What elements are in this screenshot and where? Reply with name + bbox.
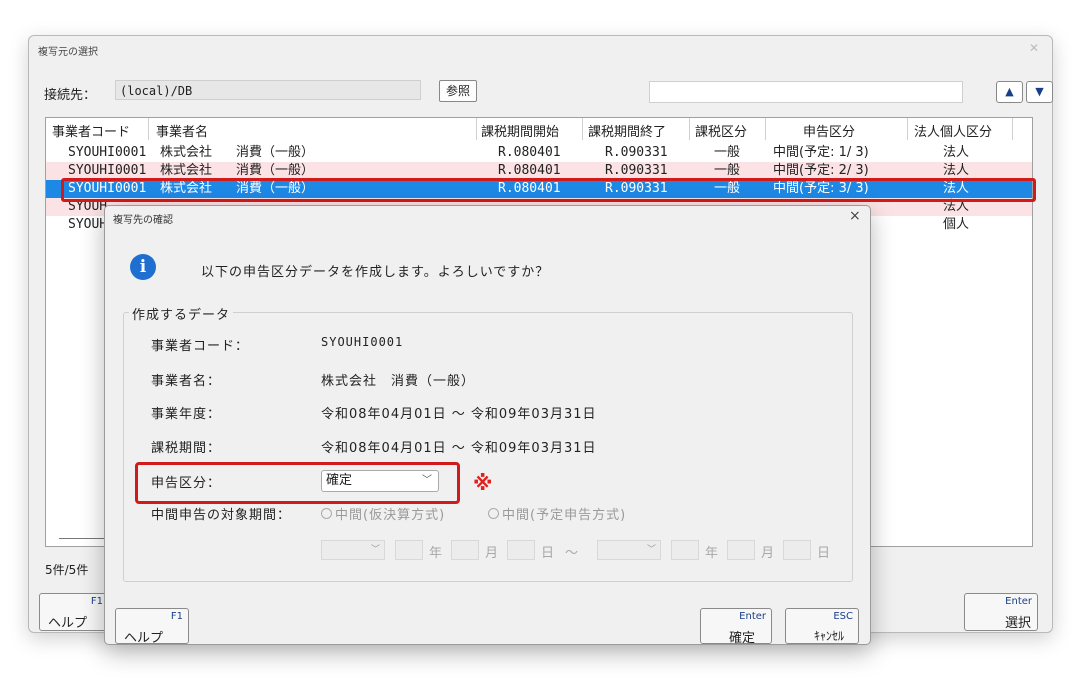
tax-period-label: 課税期間： bbox=[151, 441, 222, 456]
window-title: 複写元の選択 bbox=[38, 47, 98, 58]
confirm-dialog: 複写先の確認 × i 以下の申告区分データを作成します。よろしいですか？ 作成す… bbox=[104, 205, 871, 646]
browse-button[interactable]: 参照 bbox=[439, 80, 477, 102]
dialog-title: 複写先の確認 bbox=[113, 215, 173, 226]
era-select-start[interactable]: ﹀ bbox=[321, 540, 385, 560]
code-label: 事業者コード： bbox=[151, 339, 250, 354]
col-kubun: 申告区分 bbox=[803, 125, 856, 140]
search-input[interactable] bbox=[649, 81, 963, 103]
help-button[interactable]: F1 ヘルプ bbox=[39, 593, 109, 631]
close-icon[interactable]: × bbox=[849, 208, 861, 224]
table-row[interactable]: SYOUHI0001 株式会社 消費（一般） R.080401 R.090331… bbox=[46, 144, 1032, 162]
selected-row-highlight bbox=[61, 178, 1036, 202]
year-input-start[interactable] bbox=[395, 540, 423, 560]
close-icon[interactable]: ✕ bbox=[1029, 41, 1039, 55]
col-type: 法人個人区分 bbox=[914, 125, 993, 140]
radio-interim-forecast[interactable]: 中間(予定申告方式) bbox=[488, 504, 626, 523]
col-end: 課税期間終了 bbox=[588, 125, 667, 140]
radio-interim-provisional[interactable]: 中間(仮決算方式) bbox=[321, 504, 445, 523]
col-name: 事業者名 bbox=[156, 125, 209, 140]
fiscal-year-value: 令和08年04月01日 ～ 令和09年03月31日 bbox=[321, 407, 597, 422]
confirm-button[interactable]: Enter 確定 bbox=[700, 608, 772, 646]
info-icon: i bbox=[130, 254, 156, 280]
connection-field[interactable]: (local)/DB bbox=[115, 80, 421, 100]
help-button[interactable]: F1 ヘルプ bbox=[115, 608, 189, 646]
month-input-start[interactable] bbox=[451, 540, 479, 560]
move-up-button[interactable]: ▲ bbox=[996, 81, 1023, 103]
interim-label: 中間申告の対象期間： bbox=[151, 508, 292, 523]
day-input-end[interactable] bbox=[783, 540, 811, 560]
name-label: 事業者名： bbox=[151, 374, 222, 389]
name-value: 株式会社 消費（一般） bbox=[321, 374, 476, 389]
code-value: SYOUHI0001 bbox=[321, 335, 404, 349]
confirm-message: 以下の申告区分データを作成します。よろしいですか？ bbox=[201, 265, 550, 280]
record-count: 5件/5件 bbox=[45, 563, 89, 577]
move-down-button[interactable]: ▼ bbox=[1026, 81, 1053, 103]
tax-period-value: 令和08年04月01日 ～ 令和09年03月31日 bbox=[321, 441, 597, 456]
fiscal-year-label: 事業年度： bbox=[151, 407, 222, 422]
group-label: 作成するデータ bbox=[129, 304, 234, 323]
connection-label: 接続先： bbox=[44, 88, 97, 103]
month-input-end[interactable] bbox=[727, 540, 755, 560]
year-input-end[interactable] bbox=[671, 540, 699, 560]
col-code: 事業者コード bbox=[52, 125, 131, 140]
cancel-button[interactable]: ESC ｷｬﾝｾﾙ bbox=[785, 608, 859, 644]
col-tax: 課税区分 bbox=[695, 125, 748, 140]
era-select-end[interactable]: ﹀ bbox=[597, 540, 661, 560]
day-input-start[interactable] bbox=[507, 540, 535, 560]
select-button[interactable]: Enter 選択 bbox=[964, 593, 1038, 631]
col-start: 課税期間開始 bbox=[481, 125, 560, 140]
required-mark: ※ bbox=[473, 471, 493, 495]
kubun-highlight bbox=[135, 462, 460, 504]
